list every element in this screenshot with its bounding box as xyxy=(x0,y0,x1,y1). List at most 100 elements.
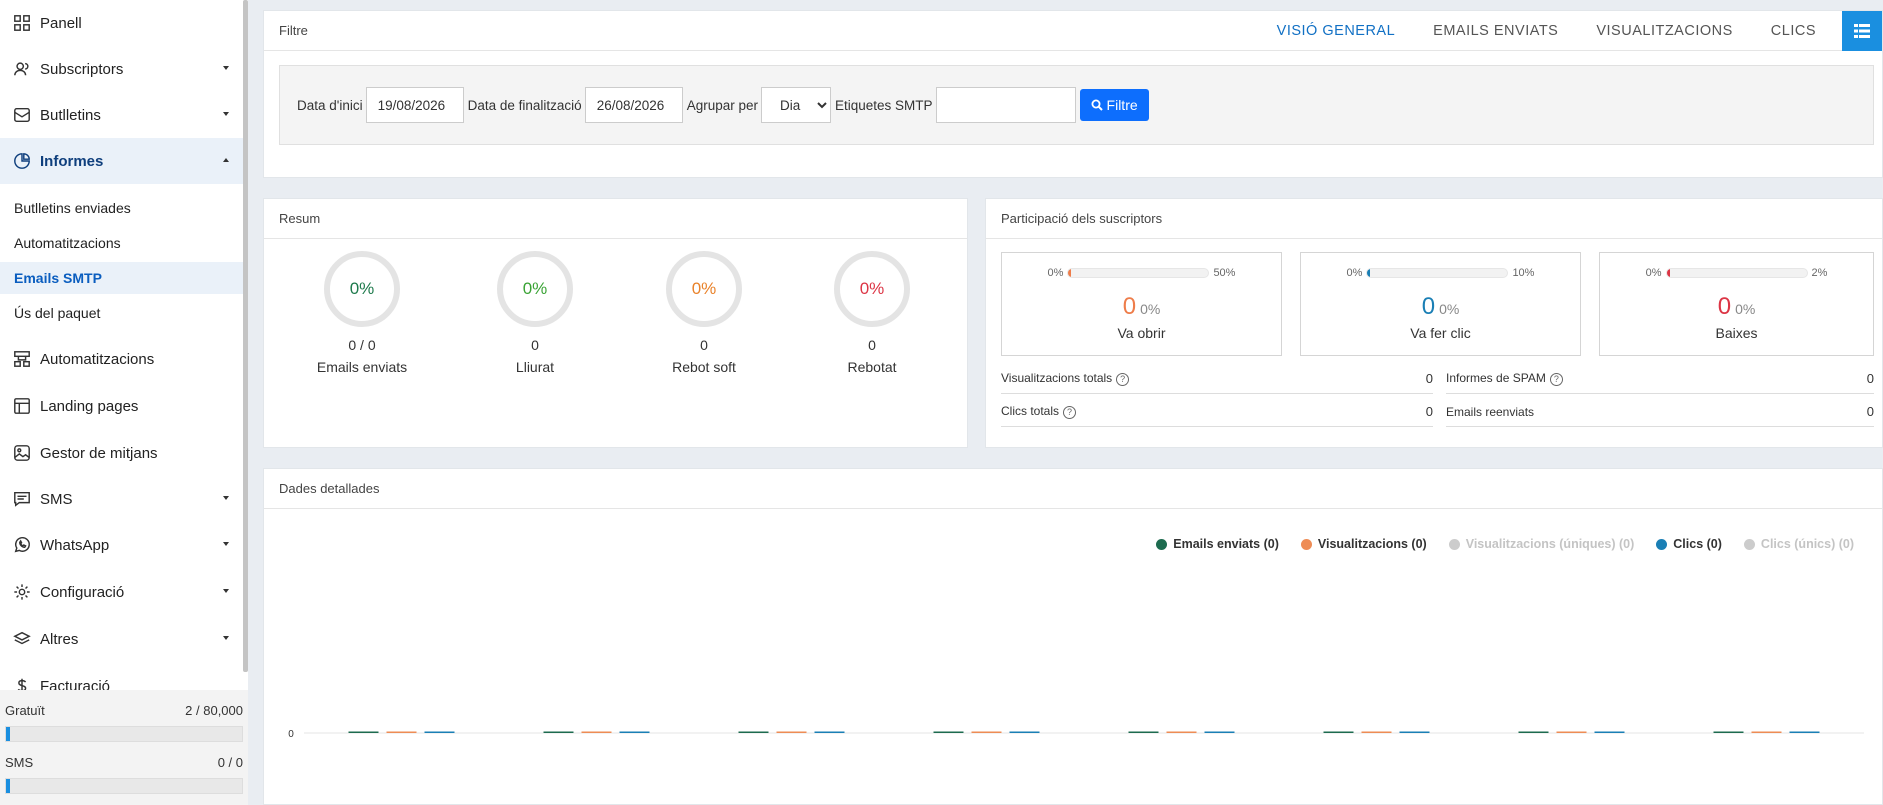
engagement-percent: 0% xyxy=(1140,301,1161,317)
stat-label: Emails enviats xyxy=(316,359,408,375)
grid-icon xyxy=(12,13,32,33)
benchmark-max: 10% xyxy=(1512,267,1535,279)
tab-visio-general[interactable]: VISIÓ GENERAL xyxy=(1258,23,1415,39)
stat-rebot-soft: 0% 0 Rebot soft xyxy=(639,251,769,375)
y-tick-label: 0 xyxy=(288,729,294,740)
chart-bar[interactable] xyxy=(1323,731,1354,734)
legend-item-visualitzacions-uniques[interactable]: Visualitzacions (úniques) (0) xyxy=(1448,537,1634,551)
detailed-data-panel: Dades detallades Emails enviats (0) Visu… xyxy=(263,468,1883,805)
chart-bar[interactable] xyxy=(1713,731,1744,734)
stat-emails-enviats: 0% 0 / 0 Emails enviats xyxy=(297,251,427,375)
sidebar-subitem-emails-smtp[interactable]: Emails SMTP xyxy=(0,262,243,294)
engagement-count: 0 xyxy=(1717,293,1732,320)
chart-bar[interactable] xyxy=(1751,731,1782,734)
legend-item-clics-unics[interactable]: Clics (únics) (0) xyxy=(1743,537,1854,551)
engagement-label: Baixes xyxy=(1715,325,1758,341)
tab-clics[interactable]: CLICS xyxy=(1752,23,1835,39)
chart-bar[interactable] xyxy=(1166,731,1197,734)
chart-bar[interactable] xyxy=(1204,731,1235,734)
chart-bar[interactable] xyxy=(424,731,455,734)
chart-bar[interactable] xyxy=(1594,731,1625,734)
sidebar-subitem-us-del-paquet[interactable]: Ús del paquet xyxy=(0,297,243,329)
legend-label: Clics (únics) (0) xyxy=(1760,537,1854,551)
sidebar-item-butlletins[interactable]: Butlletins xyxy=(0,92,243,138)
stat-percentage: 0% xyxy=(691,279,717,298)
end-date-label: Data de finalització xyxy=(467,97,582,113)
sidebar-item-altres[interactable]: Altres xyxy=(0,616,243,662)
legend-item-visualitzacions[interactable]: Visualitzacions (0) xyxy=(1300,537,1427,551)
smtp-tags-input[interactable] xyxy=(935,87,1076,123)
engagement-box-unsubscribed: 0% 2% 0 0% Baixes xyxy=(1599,252,1874,356)
legend-item-clics[interactable]: Clics (0) xyxy=(1656,537,1722,551)
legend-dot xyxy=(1448,538,1460,550)
chart-bar[interactable] xyxy=(971,731,1002,734)
sidebar-subitem-butlletins-enviades[interactable]: Butlletins enviades xyxy=(0,192,243,224)
metric-label: Visualitzacions totals xyxy=(1001,371,1113,385)
sidebar-item-informes[interactable]: Informes xyxy=(0,138,243,184)
help-icon[interactable]: ? xyxy=(1063,406,1077,419)
chart-bar[interactable] xyxy=(1518,731,1549,734)
group-by-select[interactable]: Dia xyxy=(760,87,831,123)
chart-bar[interactable] xyxy=(543,731,574,734)
sidebar-item-panell[interactable]: Panell xyxy=(0,0,243,46)
benchmark-row: 0% 50% xyxy=(1002,267,1281,279)
legend-item-emails-enviats[interactable]: Emails enviats (0) xyxy=(1156,537,1279,551)
chart-bar[interactable] xyxy=(1399,731,1430,734)
plan-label: Gratuït xyxy=(5,703,45,718)
tab-emails-enviats[interactable]: EMAILS ENVIATS xyxy=(1414,23,1577,39)
sidebar-scrollbar[interactable] xyxy=(243,0,248,672)
help-icon[interactable]: ? xyxy=(1116,373,1130,386)
chart-bar[interactable] xyxy=(386,731,417,734)
stat-count: 0 xyxy=(531,337,539,353)
benchmark-row: 0% 10% xyxy=(1301,267,1580,279)
chart-bar[interactable] xyxy=(1556,731,1587,734)
chart-bar[interactable] xyxy=(1789,731,1820,734)
stat-percentage: 0% xyxy=(349,279,375,298)
detailed-chart: 0 xyxy=(288,729,1864,740)
metric-value: 0 xyxy=(1425,404,1433,419)
sidebar-item-configuracio[interactable]: Configuració xyxy=(0,569,243,615)
filter-button[interactable]: Filtre xyxy=(1079,89,1149,121)
chart-bar[interactable] xyxy=(776,731,807,734)
legend-dot xyxy=(1743,538,1755,550)
list-view-button[interactable] xyxy=(1842,11,1882,51)
start-date-input[interactable] xyxy=(365,87,464,123)
benchmark-max: 2% xyxy=(1811,267,1828,279)
help-icon[interactable]: ? xyxy=(1549,373,1563,386)
legend-label: Emails enviats (0) xyxy=(1173,537,1279,551)
caret-up-icon xyxy=(223,158,229,162)
engagement-count: 0 xyxy=(1421,293,1436,320)
chart-bar[interactable] xyxy=(619,731,650,734)
plan-value: 2 / 80,000 xyxy=(185,703,243,718)
chart-bar[interactable] xyxy=(933,731,964,734)
sidebar-item-whatsapp[interactable]: WhatsApp xyxy=(0,522,243,568)
chart-bar[interactable] xyxy=(814,731,845,734)
plan-usage-bar xyxy=(5,726,243,742)
chart-bar[interactable] xyxy=(1009,731,1040,734)
sidebar-item-automatitzacions[interactable]: Automatitzacions xyxy=(0,336,243,382)
engagement-label: Va obrir xyxy=(1117,325,1166,341)
usage-quota: Gratuït 2 / 80,000 SMS 0 / 0 xyxy=(0,690,248,805)
sidebar-item-gestor-de-mitjans[interactable]: Gestor de mitjans xyxy=(0,430,243,476)
sidebar-item-landing-pages[interactable]: Landing pages xyxy=(0,383,243,429)
chart-bar[interactable] xyxy=(581,731,612,734)
filter-button-label: Filtre xyxy=(1106,97,1138,113)
caret-down-icon xyxy=(223,636,229,640)
chart-legend: Emails enviats (0) Visualitzacions (0) V… xyxy=(1156,537,1854,551)
benchmark-min: 0% xyxy=(1645,267,1662,279)
sidebar-subitem-automatitzacions[interactable]: Automatitzacions xyxy=(0,227,243,259)
engagement-percent: 0% xyxy=(1439,301,1460,317)
chart-bar[interactable] xyxy=(1361,731,1392,734)
chart-bar[interactable] xyxy=(738,731,769,734)
smtp-tags-label: Etiquetes SMTP xyxy=(834,97,933,113)
sidebar-item-subscriptors[interactable]: Subscriptors xyxy=(0,46,243,92)
end-date-input[interactable] xyxy=(584,87,683,123)
chart-bar[interactable] xyxy=(348,731,379,734)
chart-bar[interactable] xyxy=(1128,731,1159,734)
start-date-label: Data d'inici xyxy=(297,97,363,113)
sidebar-item-sms[interactable]: SMS xyxy=(0,476,243,522)
metric-value: 0 xyxy=(1425,371,1433,386)
sidebar-item-label: Subscriptors xyxy=(40,60,124,78)
tab-visualitzacions[interactable]: VISUALITZACIONS xyxy=(1577,23,1751,39)
search-icon xyxy=(1091,99,1103,111)
